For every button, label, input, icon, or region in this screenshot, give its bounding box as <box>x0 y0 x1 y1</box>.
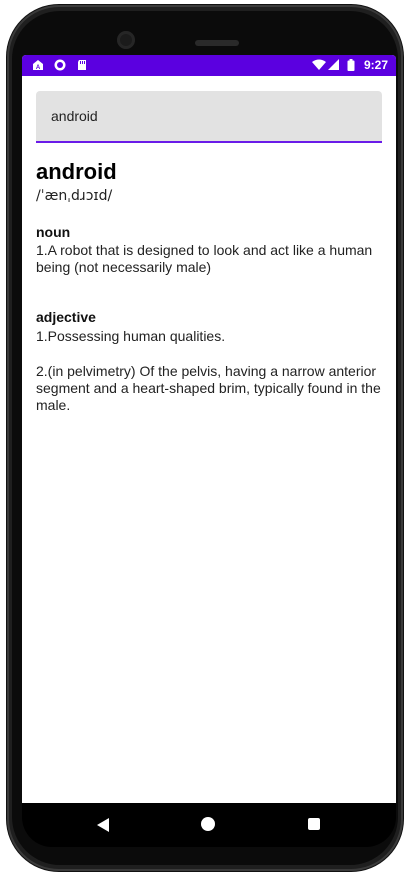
navigation-bar <box>22 803 396 847</box>
entry-word: android <box>36 159 117 184</box>
app-screen: A 9:27 android android /ˈænˌdɹɔɪd/ noun … <box>22 55 396 803</box>
part-of-speech-adjective: adjective <box>36 309 96 325</box>
part-of-speech-noun: noun <box>36 224 71 240</box>
search-input-value[interactable]: android <box>51 108 98 124</box>
status-time: 9:27 <box>364 58 389 72</box>
launcher-icon: A <box>33 60 43 71</box>
entry-phonetic: /ˈænˌdɹɔɪd/ <box>36 188 113 204</box>
definition-item: 2.(in pelvimetry) Of the pelvis, having … <box>36 363 381 413</box>
wifi-icon <box>312 59 326 70</box>
home-icon[interactable] <box>201 817 215 831</box>
earpiece-speaker <box>195 40 239 46</box>
sd-card-icon <box>78 60 86 70</box>
definition-item: 1.Possessing human qualities. <box>36 328 226 344</box>
recents-icon[interactable] <box>308 818 320 830</box>
definition-item: 1.A robot that is designed to look and a… <box>36 242 373 275</box>
front-camera <box>117 31 135 49</box>
back-icon[interactable] <box>97 818 109 832</box>
sync-icon <box>54 59 66 71</box>
status-bar: A 9:27 <box>22 55 396 76</box>
signal-icon <box>328 59 339 70</box>
search-input[interactable]: android <box>36 91 382 143</box>
svg-text:A: A <box>36 65 41 71</box>
battery-icon <box>347 59 355 71</box>
